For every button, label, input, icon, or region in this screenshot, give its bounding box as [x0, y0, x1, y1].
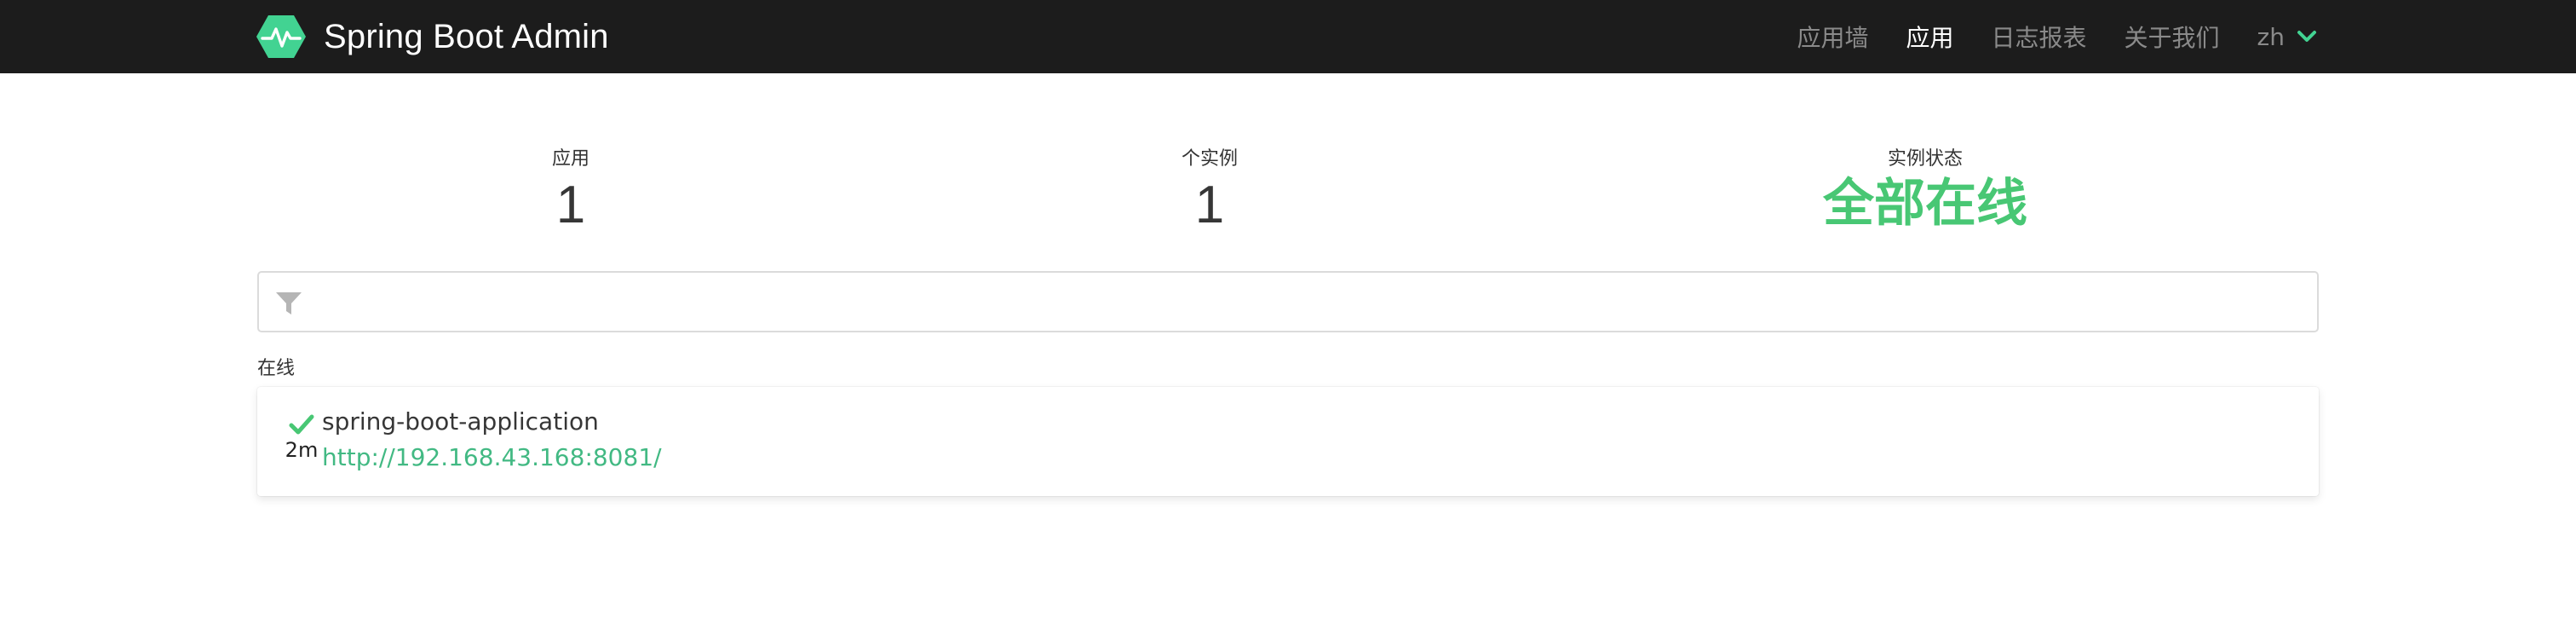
check-icon — [289, 414, 314, 435]
nav-link-log-report[interactable]: 日志报表 — [1992, 20, 2087, 54]
filter-box — [257, 271, 2319, 332]
stat-instances-label: 个实例 — [1181, 148, 1239, 170]
chevron-down-icon — [2297, 31, 2316, 42]
stat-status-label: 实例状态 — [1887, 148, 1963, 170]
brand-link[interactable]: Spring Boot Admin — [256, 0, 609, 73]
navbar: Spring Boot Admin 应用墙 应用 日志报表 关于我们 zh — [0, 0, 2576, 73]
stat-instance-status: 实例状态 全部在线 — [1823, 143, 2027, 231]
nav-link-about[interactable]: 关于我们 — [2125, 20, 2220, 54]
group-title-online: 在线 — [257, 358, 296, 379]
application-card[interactable]: 2m spring-boot-application http://192.16… — [257, 387, 2319, 496]
filter-icon — [276, 292, 302, 314]
stat-status-value: 全部在线 — [1823, 174, 2027, 234]
stat-instances: 个实例 1 — [1182, 143, 1238, 232]
application-url-link[interactable]: http://192.168.43.168:8081/ — [322, 443, 662, 471]
stat-applications: 应用 1 — [552, 143, 589, 232]
uptime-label: 2m — [285, 438, 319, 462]
nav-link-applications[interactable]: 应用 — [1906, 20, 1954, 54]
stat-applications-label: 应用 — [551, 148, 590, 170]
nav-link-wallboard[interactable]: 应用墙 — [1797, 20, 1868, 54]
heartbeat-hexagon-icon — [256, 15, 306, 58]
language-label: zh — [2257, 22, 2285, 51]
stat-applications-value: 1 — [555, 176, 586, 234]
brand-title: Spring Boot Admin — [324, 17, 609, 55]
filter-input[interactable] — [319, 273, 2303, 331]
language-dropdown[interactable]: zh — [2257, 23, 2317, 51]
status-column: 2m — [281, 413, 322, 462]
stat-instances-value: 1 — [1194, 176, 1225, 234]
application-name: spring-boot-application — [322, 407, 599, 436]
nav-menu: 应用墙 应用 日志报表 关于我们 zh — [1797, 0, 2317, 73]
